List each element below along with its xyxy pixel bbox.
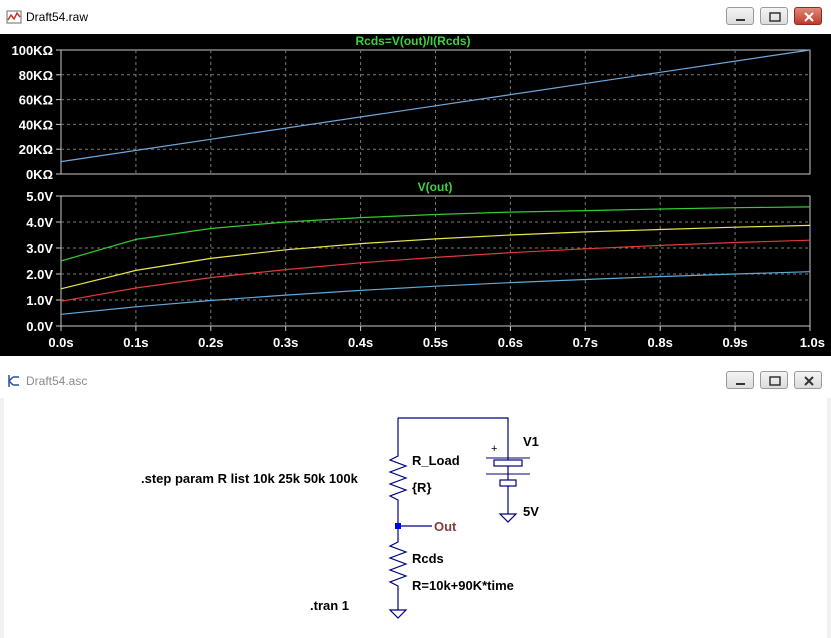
tran-directive[interactable]: .tran 1 [310, 598, 349, 613]
restore-icon [769, 376, 781, 386]
source-plus-sign: + [491, 443, 497, 455]
schematic-minimize-button[interactable] [726, 371, 754, 389]
y-tick-label: 2.0V [26, 267, 53, 282]
y-tick-label: 0.0V [26, 319, 53, 334]
r-load-value[interactable]: {R} [412, 480, 432, 495]
junction-dot [395, 523, 401, 529]
x-tick-label: 0.3s [273, 335, 298, 350]
x-tick-label: 0.6s [498, 335, 523, 350]
x-tick-label: 0.8s [648, 335, 673, 350]
schematic-maximize-button[interactable] [760, 371, 788, 389]
resistor-r-load[interactable] [388, 452, 408, 526]
y-tick-label: 1.0V [26, 293, 53, 308]
source-name[interactable]: V1 [523, 434, 539, 449]
rcds-name[interactable]: Rcds [412, 551, 444, 566]
schematic-icon [8, 375, 19, 387]
x-tick-label: 0.1s [123, 335, 148, 350]
x-tick-label: 0.4s [348, 335, 373, 350]
minimize-icon [736, 19, 745, 21]
close-button[interactable] [794, 7, 822, 25]
schematic-close-button[interactable] [794, 371, 822, 389]
close-icon [804, 376, 814, 386]
restore-icon [769, 12, 781, 22]
y-tick-label: 20KΩ [19, 142, 53, 157]
minimize-icon [736, 383, 745, 385]
x-tick-label: 0.0s [48, 335, 73, 350]
resistor-rcds[interactable] [388, 526, 408, 610]
rcds-value[interactable]: R=10k+90K*time [412, 578, 514, 593]
ground-symbol [388, 609, 408, 619]
y-tick-label: 5.0V [26, 189, 53, 204]
waveform-icon [6, 10, 22, 24]
y-tick-label: 100KΩ [11, 43, 53, 58]
net-label-out[interactable]: Out [434, 519, 457, 534]
x-tick-label: 1.0s [800, 335, 825, 350]
minimize-button[interactable] [726, 7, 754, 25]
r-load-name[interactable]: R_Load [412, 453, 460, 468]
y-tick-label: 60KΩ [19, 93, 53, 108]
step-directive[interactable]: .step param R list 10k 25k 50k 100k [141, 471, 359, 486]
y-tick-label: 40KΩ [19, 117, 53, 132]
plot-window-title: Draft54.raw [26, 10, 89, 24]
x-tick-label: 0.9s [722, 335, 747, 350]
schematic-window: Draft54.asc + V1 5V R_Load {R} Rcds R=10… [0, 364, 831, 638]
waveform-plot[interactable]: Rcds=V(out)/I(Rcds) V(out) 0KΩ 20KΩ 40KΩ 60… [0, 34, 831, 356]
y-tick-label: 0KΩ [26, 167, 53, 182]
y-tick-label: 80KΩ [19, 68, 53, 83]
pane-2-title: V(out) [418, 180, 453, 194]
source-value[interactable]: 5V [523, 504, 539, 519]
plot-window: Draft54.raw Rcds=V(out)/I(Rcds) V(out) 0… [0, 0, 831, 356]
pane-1-title: Rcds=V(out)/I(Rcds) [355, 34, 470, 48]
x-tick-label: 0.5s [423, 335, 448, 350]
maximize-button[interactable] [760, 7, 788, 25]
voltage-source-v1[interactable] [486, 450, 530, 488]
close-icon [804, 12, 814, 22]
x-tick-label: 0.7s [573, 335, 598, 350]
y-tick-label: 4.0V [26, 215, 53, 230]
source-ground-symbol [498, 513, 518, 523]
schematic-window-titlebar[interactable]: Draft54.asc [0, 364, 831, 398]
schematic-window-title: Draft54.asc [26, 374, 88, 388]
x-tick-label: 0.2s [198, 335, 223, 350]
plot-window-titlebar[interactable]: Draft54.raw [0, 0, 831, 34]
schematic-canvas[interactable]: + V1 5V R_Load {R} Rcds R=10k+90K*time O… [4, 398, 827, 638]
y-tick-label: 3.0V [26, 241, 53, 256]
